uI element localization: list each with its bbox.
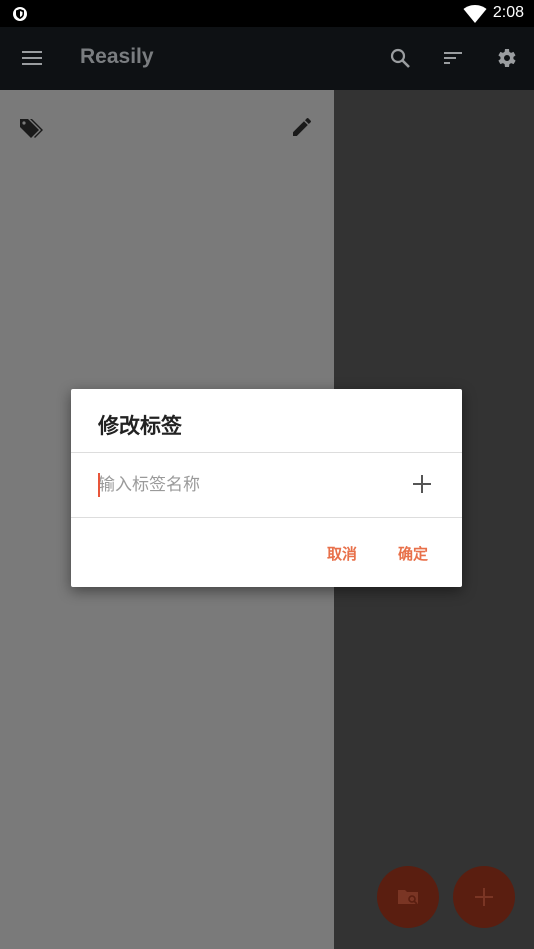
divider <box>71 452 462 453</box>
status-bar: 2:08 <box>0 0 534 27</box>
dialog-title: 修改标签 <box>98 414 182 438</box>
confirm-button[interactable]: 确定 <box>398 543 428 564</box>
folder-search-icon <box>398 890 418 905</box>
find-folder-button[interactable] <box>377 866 439 928</box>
plus-icon <box>475 888 493 906</box>
sort-icon[interactable] <box>441 46 465 70</box>
add-button[interactable] <box>453 866 515 928</box>
cancel-button[interactable]: 取消 <box>327 543 357 564</box>
status-time: 2:08 <box>492 4 524 21</box>
shield-icon <box>13 7 27 21</box>
menu-icon[interactable] <box>20 46 44 70</box>
pencil-icon[interactable] <box>290 115 314 139</box>
wifi-icon <box>463 5 487 23</box>
text-caret <box>98 473 100 497</box>
app-bar: Reasily <box>0 27 534 90</box>
tag-name-input[interactable] <box>98 472 398 498</box>
gear-icon[interactable] <box>494 46 518 70</box>
edit-tag-dialog: 修改标签 取消 确定 <box>71 389 462 587</box>
divider <box>71 517 462 518</box>
tags-icon <box>20 119 43 138</box>
search-icon[interactable] <box>388 46 412 70</box>
app-title: Reasily <box>80 45 154 68</box>
add-tag-icon[interactable] <box>411 473 433 495</box>
